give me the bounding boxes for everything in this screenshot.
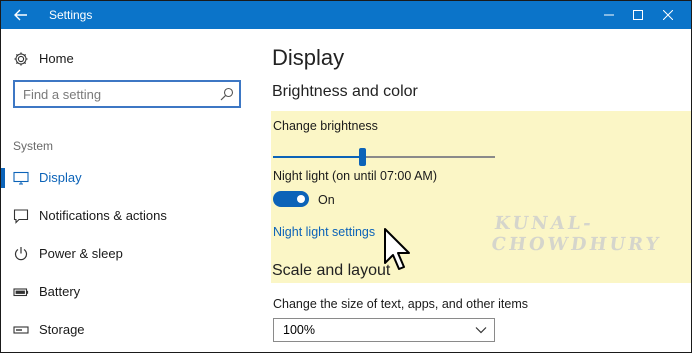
notification-icon [13, 209, 29, 224]
sidebar-item-label: Notifications & actions [39, 208, 167, 223]
section-heading-scale: Scale and layout [272, 262, 391, 279]
sidebar-item-label: Home [39, 51, 74, 66]
active-indicator [1, 168, 5, 188]
minimize-button[interactable] [593, 1, 625, 29]
search-placeholder: Find a setting [23, 87, 102, 102]
main-content: Display Brightness and color Change brig… [253, 29, 691, 352]
sidebar-item-power[interactable]: Power & sleep [1, 238, 253, 270]
sidebar-item-label: Display [39, 170, 82, 185]
power-icon [14, 247, 28, 261]
close-button[interactable] [652, 1, 684, 29]
section-label: System [13, 139, 54, 153]
close-icon [663, 10, 673, 20]
search-icon [220, 87, 234, 101]
dropdown-value: 100% [283, 323, 315, 337]
back-arrow-icon [14, 9, 27, 21]
scale-label: Change the size of text, apps, and other… [273, 297, 529, 311]
section-heading-brightness: Brightness and color [272, 83, 418, 100]
chevron-down-icon [475, 327, 487, 334]
minimize-icon [604, 14, 614, 16]
gear-icon [14, 52, 28, 66]
sidebar-item-notifications[interactable]: Notifications & actions [1, 200, 253, 232]
maximize-button[interactable] [622, 1, 654, 29]
sidebar-item-label: Power & sleep [39, 246, 123, 261]
watermark: KUNAL-CHOWDHURY [490, 213, 663, 255]
title-bar: Settings [1, 1, 691, 29]
window-title: Settings [49, 8, 93, 22]
sidebar-item-display[interactable]: Display [1, 162, 253, 194]
toggle-knob [297, 195, 305, 203]
night-light-toggle[interactable] [273, 191, 309, 207]
maximize-icon [633, 10, 643, 20]
sidebar-item-label: Battery [39, 284, 81, 299]
scale-dropdown[interactable]: 100% [273, 318, 495, 342]
settings-window: Settings Home Find a setting System Disp… [0, 0, 692, 353]
brightness-slider[interactable] [273, 147, 495, 167]
brightness-label: Change brightness [273, 119, 378, 133]
slider-fill [273, 156, 362, 158]
battery-icon [13, 288, 29, 297]
search-input[interactable]: Find a setting [13, 80, 241, 108]
night-light-label: Night light (on until 07:00 AM) [273, 169, 437, 183]
slider-thumb[interactable] [359, 148, 366, 166]
page-title: Display [272, 45, 345, 70]
night-light-settings-link[interactable]: Night light settings [273, 225, 375, 239]
sidebar: Home Find a setting System Display Notif… [1, 29, 253, 352]
sidebar-item-battery[interactable]: Battery [1, 276, 253, 308]
sidebar-item-storage[interactable]: Storage [1, 314, 253, 346]
toggle-state-label: On [318, 193, 335, 207]
sidebar-item-home[interactable]: Home [1, 43, 253, 75]
storage-icon [13, 326, 29, 334]
back-button[interactable] [1, 1, 41, 29]
sidebar-item-label: Storage [39, 322, 85, 337]
monitor-icon [13, 171, 29, 185]
